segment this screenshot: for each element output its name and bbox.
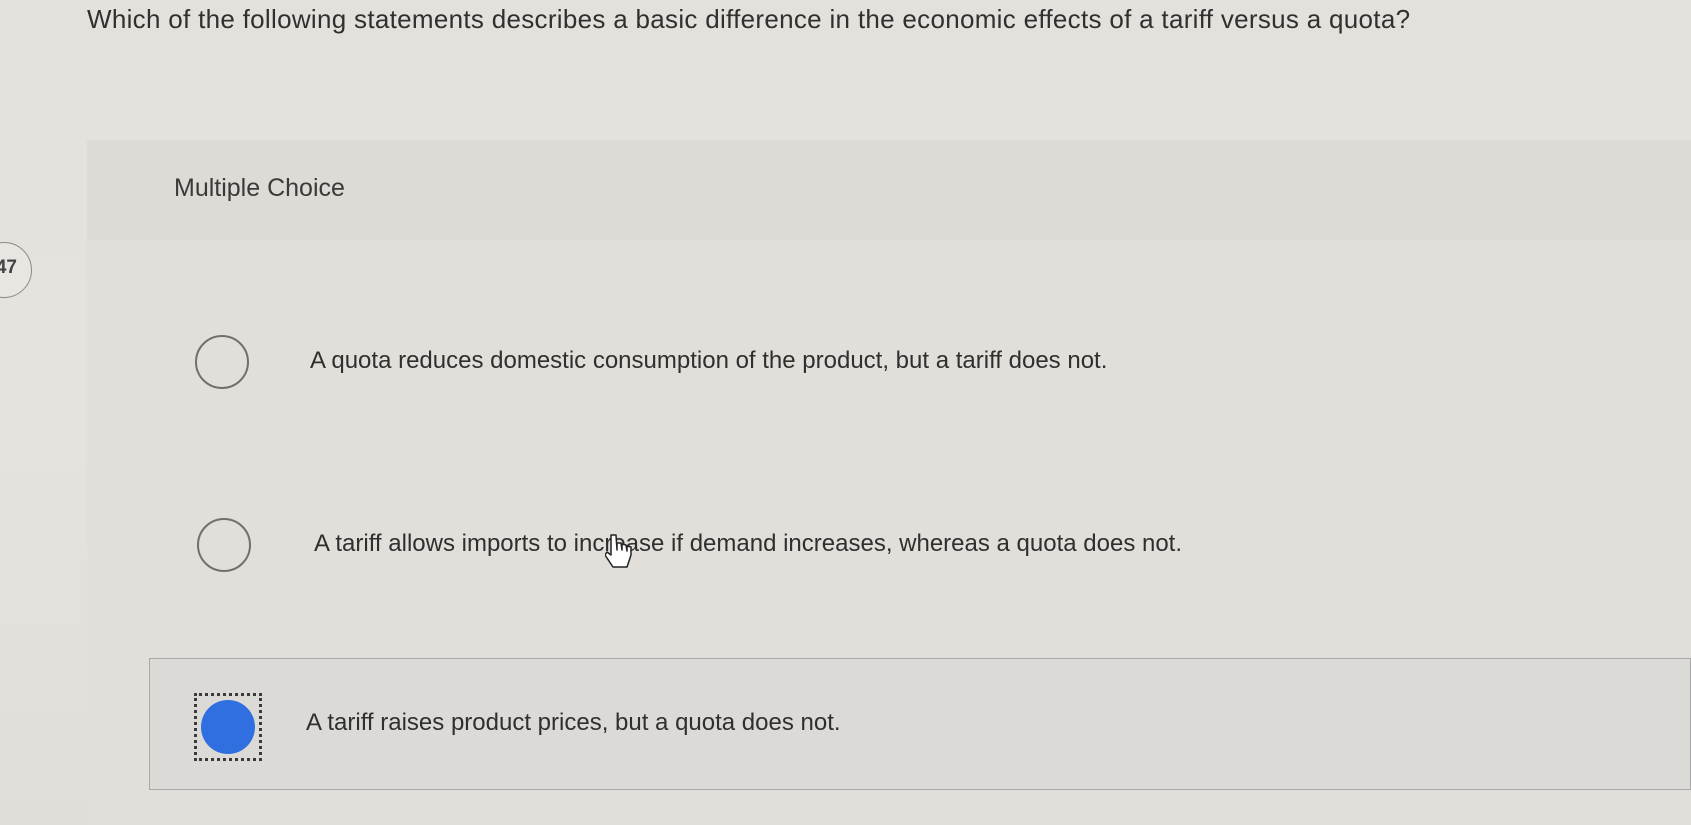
option-2-label[interactable]: A tariff allows imports to increase if d…	[314, 530, 1182, 558]
focus-ring	[194, 693, 262, 761]
question-text: Which of the following statements descri…	[87, 4, 1411, 34]
panel-header: Multiple Choice	[87, 140, 1691, 240]
radio-button-option-3-checked[interactable]	[201, 700, 255, 754]
question-number: 47	[0, 257, 17, 278]
panel-title: Multiple Choice	[174, 174, 345, 202]
radio-button-option-2[interactable]	[197, 518, 251, 572]
radio-button-option-1[interactable]	[195, 335, 249, 389]
hand-pointer-icon	[605, 534, 632, 568]
option-1-label[interactable]: A quota reduces domestic consumption of …	[310, 347, 1107, 375]
question-number-badge: 47	[0, 242, 32, 298]
multiple-choice-panel: Multiple Choice A quota reduces domestic…	[87, 140, 1691, 825]
option-3-selected[interactable]: A tariff raises product prices, but a qu…	[149, 658, 1691, 790]
option-3-label[interactable]: A tariff raises product prices, but a qu…	[306, 709, 841, 737]
